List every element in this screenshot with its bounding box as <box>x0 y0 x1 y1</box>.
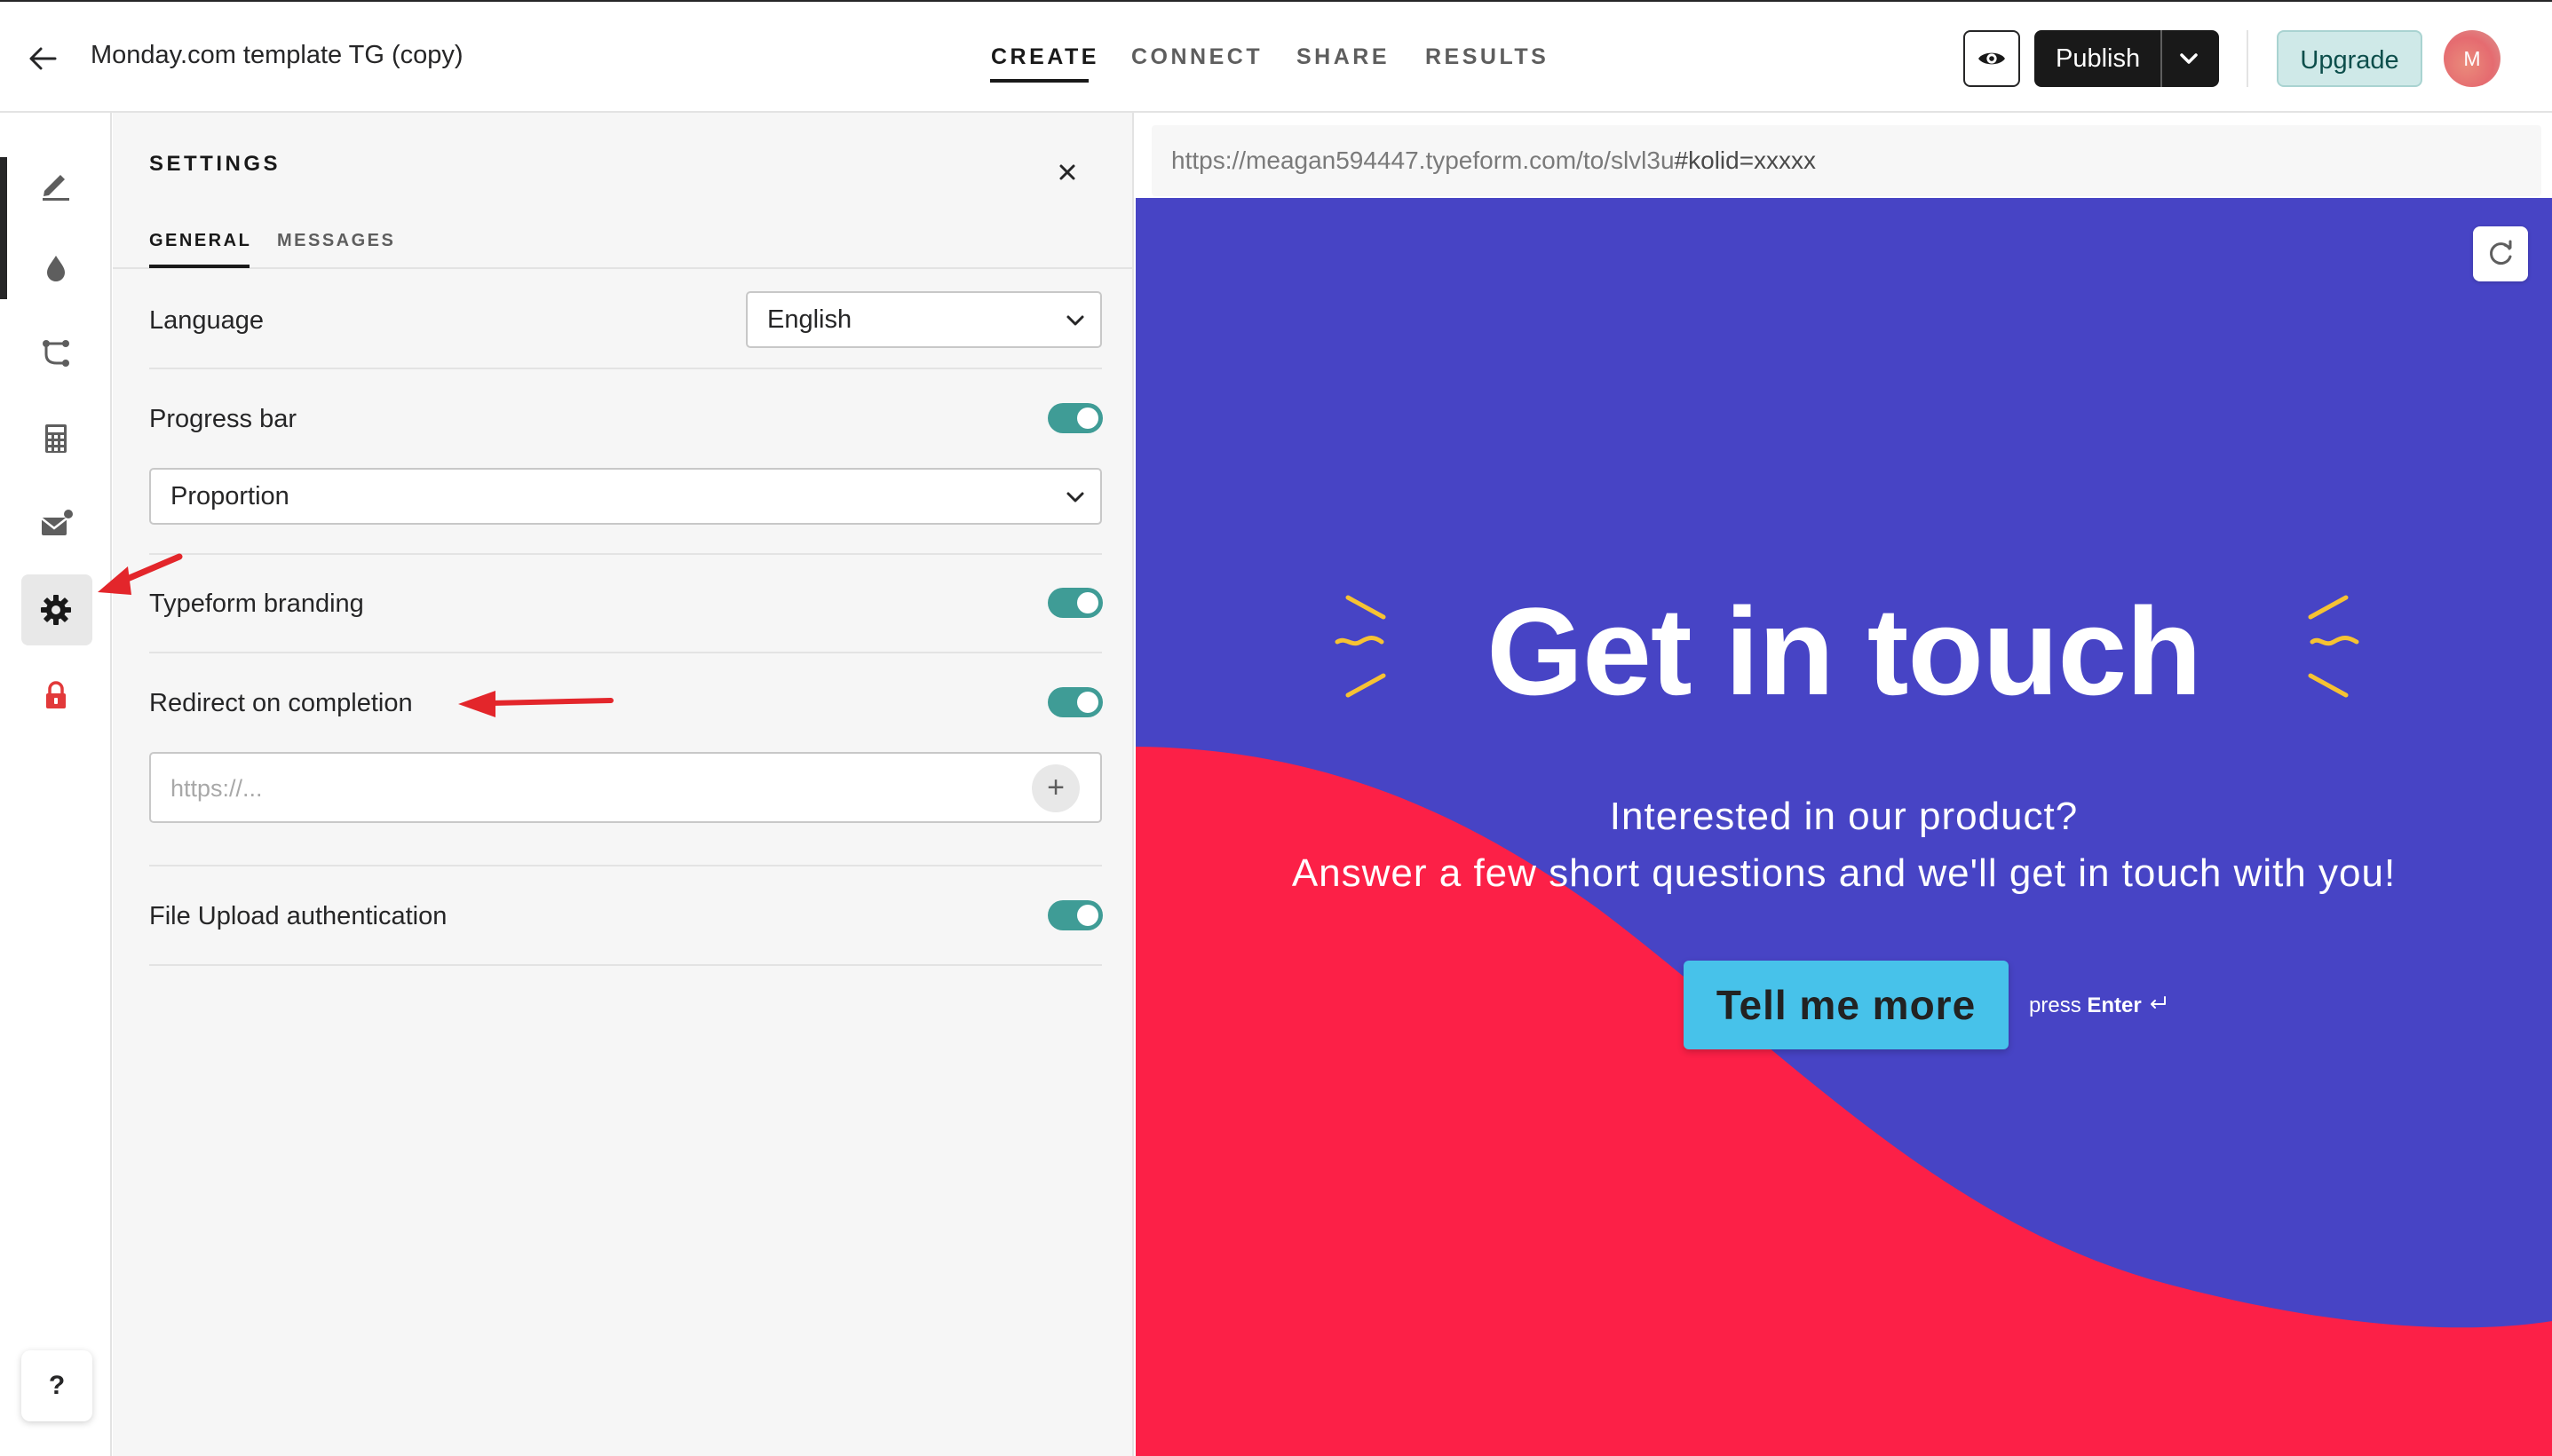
annotation-arrow-redirect <box>458 691 614 717</box>
toggle-knob <box>1077 408 1098 429</box>
divider <box>149 553 1102 555</box>
file-upload-label: File Upload authentication <box>149 902 448 930</box>
progress-type-select[interactable]: Proportion <box>149 468 1102 525</box>
progress-bar-label: Progress bar <box>149 405 297 433</box>
gear-icon <box>41 595 71 625</box>
tab-general[interactable]: GENERAL <box>149 231 251 251</box>
form-preview: https://meagan594447.typeform.com/to/slv… <box>1136 113 2552 1456</box>
sidebar-item-access[interactable] <box>36 676 76 716</box>
language-select[interactable]: English <box>746 291 1102 348</box>
redirect-toggle[interactable] <box>1048 687 1103 717</box>
welcome-subtitle-1: Interested in our product? <box>1609 795 2079 838</box>
lock-icon <box>46 681 66 708</box>
sidebar-item-design[interactable] <box>36 248 76 289</box>
settings-panel: SETTINGS GENERAL MESSAGES Language Engli… <box>113 113 1134 1456</box>
progress-type-value: Proportion <box>170 482 289 510</box>
publish-button[interactable]: Publish <box>2034 30 2219 87</box>
chevron-down-icon[interactable] <box>2175 46 2203 71</box>
avatar[interactable]: M <box>2444 30 2500 87</box>
chevron-down-icon <box>1066 492 1084 502</box>
sidebar-item-notifications[interactable] <box>36 503 76 544</box>
progress-bar-toggle[interactable] <box>1048 403 1103 433</box>
top-bar: Monday.com template TG (copy) CREATE CON… <box>0 0 2552 113</box>
tab-share[interactable]: SHARE <box>1296 44 1390 70</box>
refresh-preview-button[interactable] <box>2473 226 2528 281</box>
branding-toggle[interactable] <box>1048 588 1103 618</box>
toolbar-divider <box>2247 30 2248 87</box>
close-icon[interactable] <box>1054 159 1081 186</box>
tab-results[interactable]: RESULTS <box>1425 44 1549 70</box>
form-title[interactable]: Monday.com template TG (copy) <box>91 41 464 70</box>
tab-connect[interactable]: CONNECT <box>1131 44 1263 70</box>
divider <box>149 865 1102 866</box>
press-enter-hint: press Enter <box>2029 993 2168 1018</box>
toggle-knob <box>1077 692 1098 713</box>
back-arrow-icon[interactable] <box>25 41 60 76</box>
welcome-headline: Get in touch <box>1486 582 2202 721</box>
tabs-divider <box>113 267 1134 269</box>
tab-messages[interactable]: MESSAGES <box>277 231 395 251</box>
upgrade-label: Upgrade <box>2300 46 2399 75</box>
sidebar-item-logic[interactable] <box>36 333 76 374</box>
drop-icon <box>47 256 65 281</box>
language-value: English <box>767 305 852 334</box>
start-button[interactable]: Tell me more <box>1684 961 2009 1049</box>
toggle-knob <box>1077 592 1098 613</box>
help-button[interactable]: ? <box>21 1350 92 1421</box>
sidebar-item-content[interactable] <box>36 162 76 203</box>
tab-create[interactable]: CREATE <box>991 44 1099 70</box>
toggle-knob <box>1077 905 1098 926</box>
language-label: Language <box>149 306 265 335</box>
enter-key-icon <box>2151 996 2167 1009</box>
mail-icon <box>41 510 73 535</box>
divider <box>149 964 1102 966</box>
active-tab-underline <box>149 265 250 268</box>
preview-button[interactable] <box>1963 30 2020 87</box>
eye-icon <box>1978 52 2005 65</box>
upgrade-button[interactable]: Upgrade <box>2277 30 2422 87</box>
redirect-url-field[interactable]: https://... + <box>149 752 1102 823</box>
calculator-icon <box>45 424 67 453</box>
welcome-subtitle-2: Answer a few short questions and we'll g… <box>1291 851 2397 895</box>
publish-divider <box>2160 30 2162 87</box>
welcome-screen: Get in touch Interested in our product? … <box>1136 198 2552 1456</box>
active-tab-underline <box>990 79 1089 83</box>
sidebar-item-settings[interactable] <box>36 590 76 630</box>
chevron-down-icon <box>1066 315 1084 326</box>
annotation-arrow-settings <box>98 553 183 595</box>
file-upload-toggle[interactable] <box>1048 900 1103 930</box>
logic-icon <box>43 340 69 367</box>
panel-title: SETTINGS <box>149 152 281 176</box>
redirect-url-placeholder: https://... <box>170 775 263 802</box>
refresh-icon <box>2490 240 2512 265</box>
add-variable-button[interactable]: + <box>1032 764 1080 812</box>
preview-url: https://meagan594447.typeform.com/to/slv… <box>1171 146 1817 174</box>
redirect-label: Redirect on completion <box>149 689 413 717</box>
divider <box>149 368 1102 369</box>
sidebar-active-indicator <box>0 157 7 299</box>
divider <box>149 652 1102 653</box>
preview-url-bar[interactable]: https://meagan594447.typeform.com/to/slv… <box>1152 125 2541 196</box>
sidebar: ? <box>0 113 112 1456</box>
sidebar-item-calculator[interactable] <box>36 418 76 459</box>
publish-label: Publish <box>2056 44 2141 73</box>
pen-icon <box>43 175 69 201</box>
